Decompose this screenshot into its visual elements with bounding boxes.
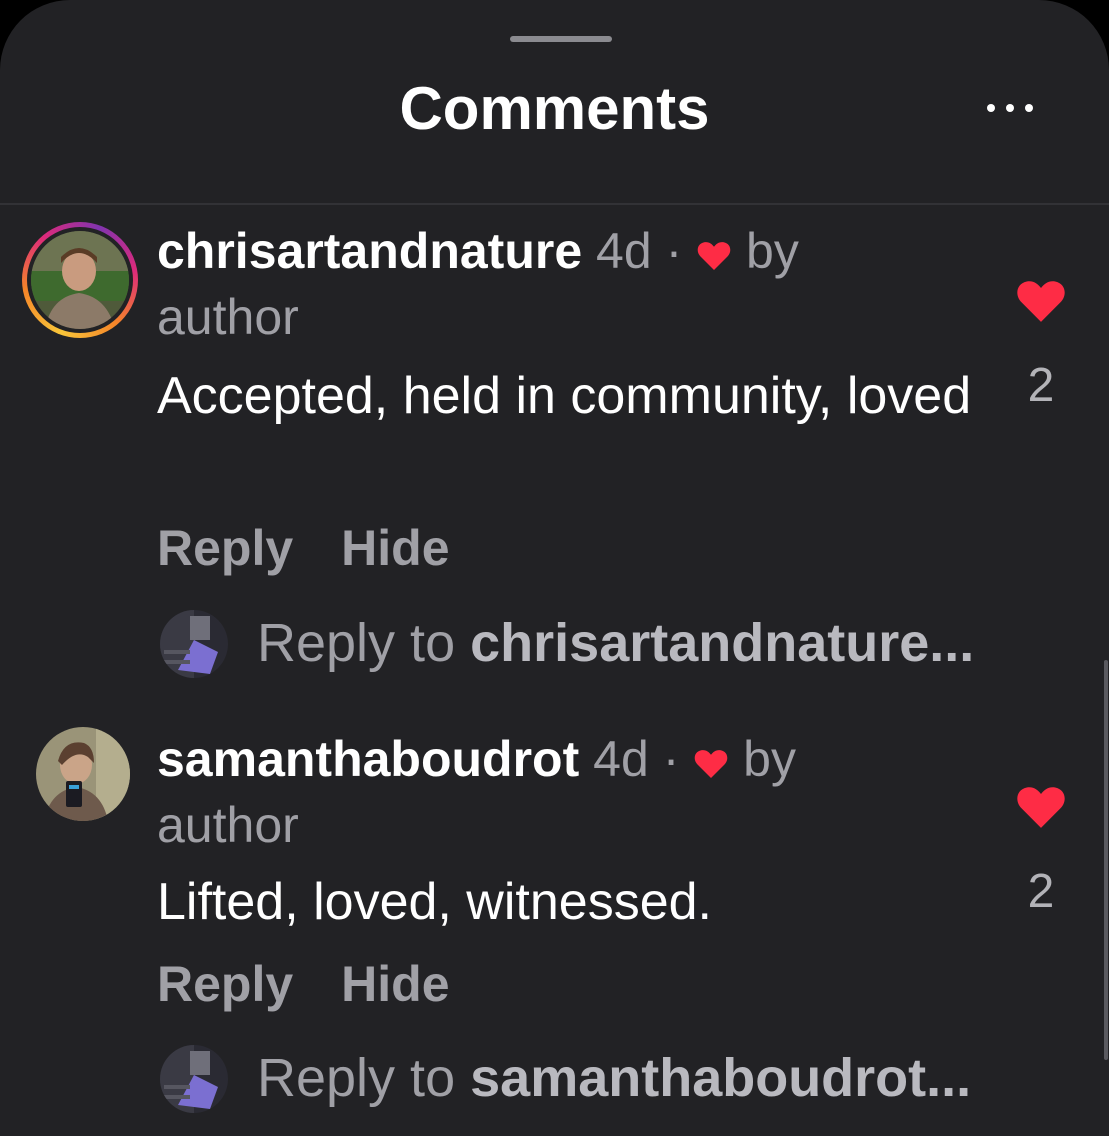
- avatar[interactable]: [36, 727, 130, 821]
- reply-placeholder-prefix: Reply to: [257, 1048, 456, 1108]
- reply-placeholder-name: chrisartandnature...: [470, 613, 975, 673]
- page-title: Comments: [399, 75, 710, 142]
- heart-icon: [694, 750, 728, 778]
- separator-dot: ·: [662, 731, 680, 787]
- heart-icon[interactable]: [1014, 782, 1068, 830]
- reply-input[interactable]: Reply to chrisartandnature...: [257, 605, 974, 681]
- liked-by-label: author: [157, 797, 299, 853]
- comment-text: Lifted, loved, witnessed.: [157, 873, 712, 931]
- scrollbar[interactable]: [1104, 660, 1108, 1060]
- avatar[interactable]: [22, 222, 138, 338]
- reply-input[interactable]: Reply to samanthaboudrot...: [257, 1040, 971, 1116]
- comments-sheet: Comments chrisartandnature 4d · by autho…: [0, 0, 1109, 1136]
- liked-by-prefix: by: [746, 223, 799, 279]
- header-divider: [0, 203, 1109, 205]
- comment-header: chrisartandnature 4d · by author: [157, 218, 957, 350]
- liked-by-label: author: [157, 289, 299, 345]
- hide-button[interactable]: Hide: [341, 520, 449, 576]
- reply-input-row[interactable]: Reply to samanthaboudrot...: [160, 1040, 1100, 1113]
- reply-placeholder-name: samanthaboudrot...: [470, 1048, 972, 1108]
- reply-button[interactable]: Reply: [157, 520, 293, 576]
- heart-icon[interactable]: [1014, 276, 1068, 324]
- current-user-avatar: [160, 1045, 228, 1113]
- reply-button[interactable]: Reply: [157, 956, 293, 1012]
- liked-by-prefix: by: [743, 731, 796, 787]
- current-user-avatar: [160, 610, 228, 678]
- comment-actions: Reply Hide: [157, 518, 498, 578]
- ellipsis-dot: [1025, 104, 1033, 112]
- ellipsis-dot: [1006, 104, 1014, 112]
- reply-placeholder-prefix: Reply to: [257, 613, 456, 673]
- comment-username[interactable]: samanthaboudrot: [157, 731, 579, 787]
- hide-button[interactable]: Hide: [341, 956, 449, 1012]
- sheet-grabber-handle[interactable]: [510, 36, 612, 42]
- separator-dot: ·: [665, 223, 683, 279]
- heart-icon: [697, 242, 731, 270]
- comment-header: samanthaboudrot 4d · by author: [157, 726, 957, 858]
- comment-time: 4d: [593, 731, 649, 787]
- comment-text: Accepted, held in community, loved: [157, 367, 972, 425]
- like-count: 2: [1027, 359, 1055, 412]
- like-count: 2: [1027, 865, 1055, 918]
- more-options-button[interactable]: [978, 88, 1042, 128]
- ellipsis-horizontal-icon: [987, 104, 995, 112]
- comment-actions: Reply Hide: [157, 954, 498, 1014]
- comment-username[interactable]: chrisartandnature: [157, 223, 582, 279]
- comment-time: 4d: [596, 223, 652, 279]
- avatar-photo: [31, 231, 129, 329]
- reply-input-row[interactable]: Reply to chrisartandnature...: [160, 605, 1100, 678]
